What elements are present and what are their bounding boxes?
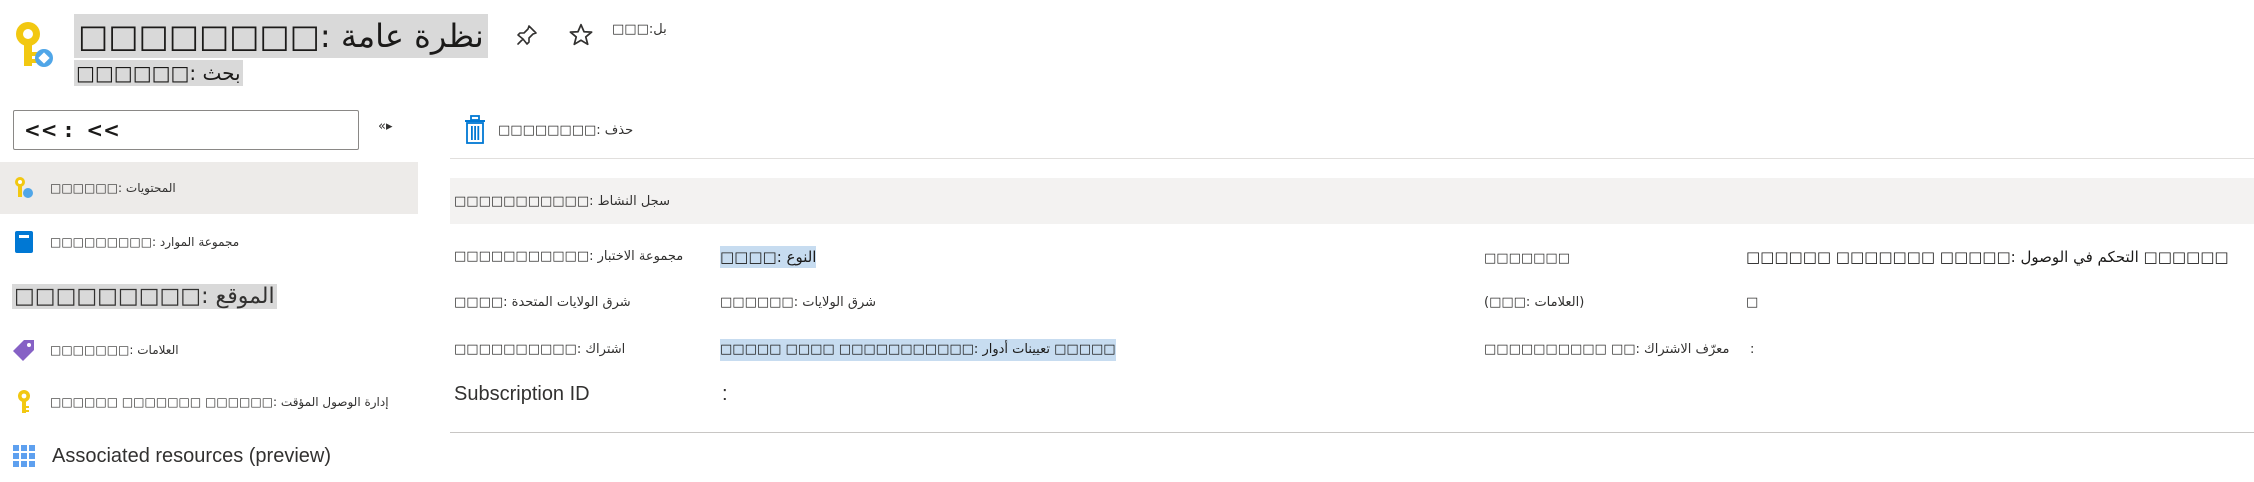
favorite-button[interactable] <box>566 20 596 50</box>
delete-button[interactable]: □□□□□□□□: حذف <box>462 112 633 148</box>
pin-icon <box>517 25 537 45</box>
key-vault-icon <box>12 18 58 72</box>
subscription-label[interactable]: □□□□□□□□□□: اشتراك <box>454 339 625 361</box>
sidebar-item-label: □□□□□□ □□□□□□□ □□□□□□: إدارة الوصول المؤ… <box>50 395 389 409</box>
sidebar-item-label: □□□□□□□: العلامات <box>50 343 179 357</box>
tags-label[interactable]: (□□□: العلامات) <box>1484 292 1584 314</box>
subscription-id-short-value: : <box>1750 342 1755 357</box>
property-label: □□□□□□□ <box>1484 251 1570 266</box>
essentials-header[interactable]: □□□□□□□□□□□: سجل النشاط <box>450 178 2254 224</box>
pin-button[interactable] <box>512 20 542 50</box>
page-title: □□□□□□□□: نظرة عامة <box>74 14 488 58</box>
sidebar-item-location[interactable]: □□□□□□□□□: الموقع <box>0 270 418 322</box>
resource-group-label: □□□□□□□□□□□: مجموعة الاختبار <box>454 249 684 264</box>
grid-icon <box>12 444 36 468</box>
sidebar-item-associated-resources[interactable]: Associated resources (preview) <box>0 430 418 482</box>
sidebar-item-resource-group[interactable]: □□□□□□□□□: مجموعة الموارد <box>0 216 418 268</box>
sidebar-item-label: □□□□□□□□□: مجموعة الموارد <box>50 235 240 249</box>
trash-icon <box>465 115 485 144</box>
tags-value: □ <box>1746 295 1759 310</box>
sidebar-item-tags[interactable]: □□□□□□□: العلامات <box>0 324 418 376</box>
more-button[interactable]: □□□:بل <box>612 22 667 37</box>
book-icon <box>12 230 36 254</box>
essentials-label: □□□□□□□□□□□: سجل النشاط <box>454 193 670 209</box>
type-value: □□□□: النوع <box>720 246 817 268</box>
access-control-value[interactable]: □□□□□□ □□□□□□□ □□□□□: التحكم في الوصول □… <box>1746 246 2229 268</box>
key-vault-icon <box>12 176 36 200</box>
subscription-id-value: : <box>722 383 728 405</box>
key-icon <box>12 390 36 414</box>
delete-label: □□□□□□□□: حذف <box>498 122 634 138</box>
search-input[interactable] <box>13 110 359 150</box>
star-icon <box>569 23 593 46</box>
location-value: □□□□□□: شرق الولايات <box>720 295 877 310</box>
toolbar-divider <box>450 158 2254 159</box>
subscription-id-short-label: □□□□□□□□□□ □□: معرّف الاشتراك <box>1484 342 1730 357</box>
sidebar-item-label: □□□□□□: المحتويات <box>50 181 176 195</box>
sidebar-item-jit-access[interactable]: □□□□□□ □□□□□□□ □□□□□□: إدارة الوصول المؤ… <box>0 376 418 428</box>
properties-divider <box>450 432 2254 433</box>
sidebar-item-label: Associated resources (preview) <box>52 444 331 467</box>
role-assignments-value[interactable]: □□□□□ □□□□ □□□□□□□□□□□: تعيينات أدوار □□… <box>720 339 1116 361</box>
subscription-id-label: Subscription ID <box>454 383 590 405</box>
collapse-sidebar-button[interactable]: «▸ <box>378 119 392 134</box>
sidebar-item-overview[interactable]: □□□□□□: المحتويات <box>0 162 418 214</box>
location-label: □□□□: شرق الولايات المتحدة <box>454 295 631 310</box>
tag-icon <box>12 338 36 362</box>
sidebar-item-label: □□□□□□□□□: الموقع <box>12 283 277 309</box>
page-subtitle: □□□□□□: بحث <box>74 60 243 86</box>
